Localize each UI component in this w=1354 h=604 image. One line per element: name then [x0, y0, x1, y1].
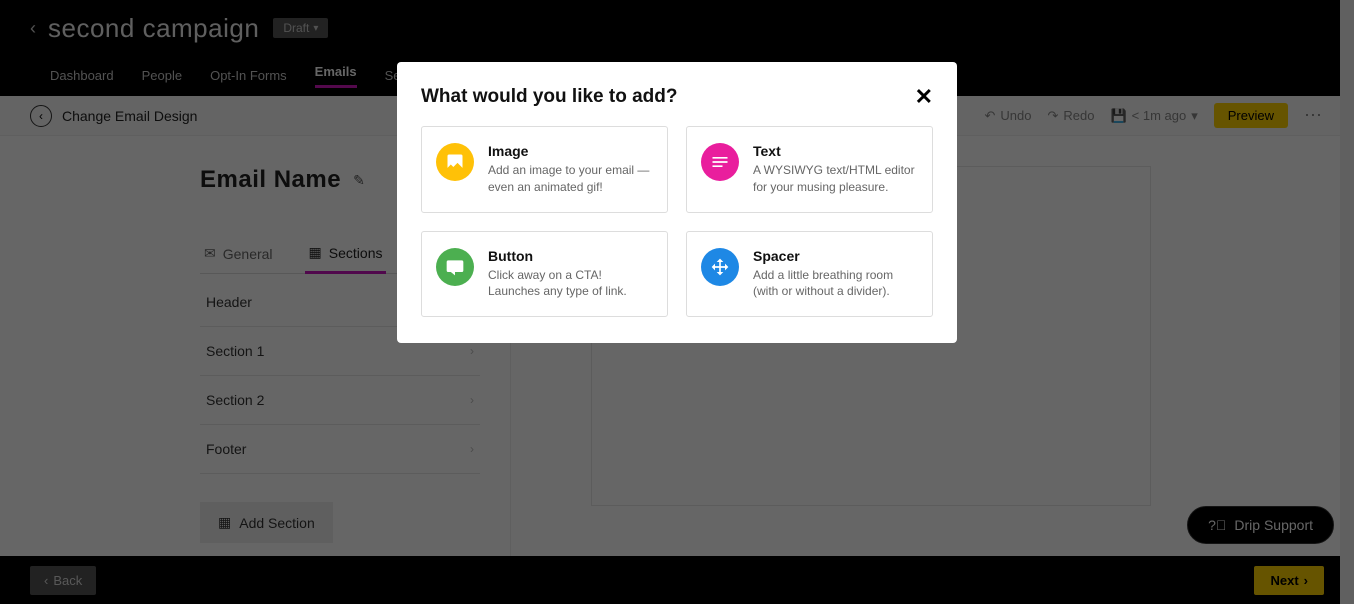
option-spacer[interactable]: Spacer Add a little breathing room (with… — [686, 231, 933, 318]
add-block-modal: What would you like to add? ✕ Image Add … — [397, 62, 957, 343]
option-button[interactable]: Button Click away on a CTA! Launches any… — [421, 231, 668, 318]
option-text[interactable]: Text A WYSIWYG text/HTML editor for your… — [686, 126, 933, 213]
button-icon — [436, 248, 474, 286]
spacer-icon — [701, 248, 739, 286]
image-icon — [436, 143, 474, 181]
option-image[interactable]: Image Add an image to your email — even … — [421, 126, 668, 213]
text-icon — [701, 143, 739, 181]
modal-title: What would you like to add? — [421, 86, 678, 108]
close-icon[interactable]: ✕ — [915, 86, 933, 108]
